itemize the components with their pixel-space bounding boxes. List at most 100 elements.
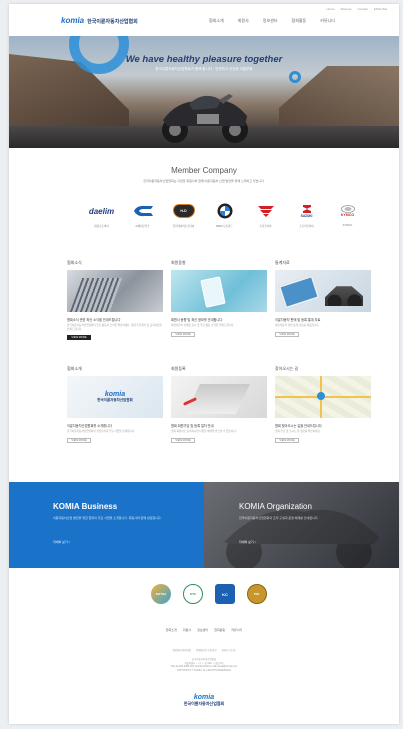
brand-list: daelim 대림오토바이 씨케이모터스 H-D 할리데이비슨코리아 BMW 모…	[81, 202, 368, 228]
nav-item-activity[interactable]: 협회활동	[292, 18, 307, 24]
card-image-map[interactable]	[275, 376, 371, 419]
view-more-button[interactable]: VIEW MORE	[67, 437, 91, 443]
suzuki-logo: SUZUKI	[301, 202, 312, 220]
site-logo[interactable]: komia 한국이륜자동차산업협회	[61, 16, 138, 25]
brand-item[interactable]: H-D 할리데이비슨코리아	[163, 202, 204, 228]
footer-info: 한국이륜자동차산업협회 서울특별시 ○○구 ○○로 000 ○○빌딩 0층 TE…	[9, 658, 399, 672]
view-more-button[interactable]: VIEW MORE	[275, 437, 299, 443]
banner-motorcycle-image	[224, 509, 379, 568]
banner-link[interactable]: 자세히 보기 >	[239, 540, 256, 544]
brand-item[interactable]: 혼다코리아	[245, 202, 286, 228]
brand-name: 대림오토바이	[94, 225, 109, 228]
banner-business[interactable]: KOMIA Business 이륜자동차산업 발전을 위한 협회의 주요 사업을…	[9, 482, 204, 568]
logo-ko: 한국이륜자동차산업협회	[87, 19, 138, 25]
brand-item[interactable]: KYMCO KYMCO	[327, 202, 368, 228]
banner-title: KOMIA Organization	[239, 502, 312, 511]
card-headline: 이륜자동차 판매 및 등록 통계 자료	[275, 318, 321, 322]
main-nav: 협회소개 회원사 정보센터 협회활동 커뮤니티	[209, 18, 335, 24]
bottom-banners: KOMIA Business 이륜자동차산업 발전을 위한 협회의 주요 사업을…	[9, 482, 399, 568]
card-image-tablet[interactable]	[171, 270, 267, 312]
card-image-tablet-bike[interactable]	[275, 270, 371, 312]
ck-logo	[131, 202, 155, 220]
footer-menu-item[interactable]: 정보센터	[197, 628, 208, 632]
nav-item-info[interactable]: 정보센터	[263, 18, 278, 24]
hero-subtitle: 한국이륜자동차산업협회가 함께 합니다 · 안전하고 건강한 이륜문화	[155, 67, 253, 71]
partner-logos: KOTSA KTC KC POL	[151, 584, 267, 604]
card-text: 이륜자동차 관련 통계 자료를 제공합니다.	[275, 324, 320, 327]
map-pin-icon	[317, 392, 325, 401]
kymco-logo-text: KYMCO	[340, 213, 355, 217]
card-image-laptop[interactable]	[171, 376, 267, 419]
partner-logo-kotsa[interactable]: KOTSA	[151, 584, 171, 604]
nav-item-community[interactable]: 커뮤니티	[320, 18, 335, 24]
harley-davidson-badge-text: H-D	[180, 209, 187, 213]
daelim-logo: daelim	[89, 202, 114, 220]
footer-menu-item[interactable]: 협회활동	[214, 628, 225, 632]
brand-name: KYMCO	[342, 224, 353, 227]
hero-title: We have healthy pleasure together	[125, 54, 283, 65]
footer-link[interactable]: 개인정보처리방침	[173, 648, 191, 652]
card-image-building[interactable]	[67, 270, 163, 312]
motorcycle-image	[162, 94, 248, 143]
kymco-logo: KYMCO	[340, 202, 355, 220]
content-grid: 협회소식 협회소식 관련 최신 소식을 안내드립니다 한국이륜자동차산업협회의 …	[67, 260, 371, 443]
card-title: 협회소식	[67, 260, 82, 265]
partner-label: KC	[222, 591, 228, 597]
footer-logo[interactable]: komia 한국이륜자동차산업협회	[9, 694, 399, 707]
card-headline: 이륜자동차산업협회를 소개합니다	[67, 424, 112, 429]
card-text: 한국이륜자동차산업협회의 주요 활동과 소식을 확인하세요. 협회 주요행사 및…	[67, 324, 162, 331]
footer-link[interactable]: 찾아오시는길	[222, 648, 236, 652]
card-registration: 회원등록 협회 회원가입 및 등록 절차 안내 협회 회원사로 등록하시면 다양…	[171, 366, 267, 443]
bmw-logo	[217, 202, 233, 220]
member-section-title: Member Company	[171, 166, 237, 175]
view-more-button[interactable]: VIEW MORE	[67, 335, 91, 341]
nav-item-about[interactable]: 협회소개	[209, 18, 224, 24]
card-statistics: 통계자료 이륜자동차 판매 및 등록 통계 자료 이륜자동차 관련 통계 자료를…	[275, 260, 371, 340]
card-headline: 협회소식 관련 최신 소식을 안내드립니다	[67, 318, 121, 322]
view-more-button[interactable]: VIEW MORE	[171, 331, 195, 337]
footer-menu-item[interactable]: 커뮤니티	[231, 628, 242, 632]
ck-logo-icon	[133, 205, 153, 217]
banner-text: 한국이륜자동차산업협회의 조직 구성과 운영 체계를 안내합니다.	[239, 516, 319, 520]
honda-logo	[257, 202, 275, 220]
card-news: 협회소식 협회소식 관련 최신 소식을 안내드립니다 한국이륜자동차산업협회의 …	[67, 260, 163, 341]
nav-item-members[interactable]: 회원사	[238, 18, 249, 24]
card-title: 회원등록	[171, 366, 186, 372]
view-more-button[interactable]: VIEW MORE	[171, 437, 195, 443]
partner-label: KOTSA	[155, 592, 167, 596]
partner-logo-ktc[interactable]: KTC	[183, 584, 203, 604]
harley-davidson-badge: H-D	[172, 204, 195, 218]
header: komia 한국이륜자동차산업협회 협회소개 회원사 정보센터 협회활동 커뮤니…	[9, 4, 399, 36]
brand-item[interactable]: BMW 모토라드	[204, 202, 245, 228]
card-headline: 협회 찾아오시는 길을 안내드립니다	[275, 424, 322, 429]
card-headline: 회원사 동향 및 최신 정보를 안내합니다	[171, 318, 223, 322]
footer-link[interactable]: 이메일무단수집거부	[196, 648, 217, 652]
card-title: 회원동향	[171, 260, 186, 265]
partner-logo-police[interactable]: POL	[247, 584, 267, 604]
footer-menu-item[interactable]: 협회소개	[166, 628, 177, 632]
partner-logo-kc[interactable]: KC	[215, 584, 235, 604]
footer-menu-item[interactable]: 회원사	[183, 628, 191, 632]
partner-label: POL	[253, 592, 261, 596]
banner-text: 이륜자동차산업 발전을 위한 협회의 주요 사업을 소개합니다. 회원사와 함께…	[53, 516, 162, 520]
page: Home Sitemap Contact ENGLISH komia 한국이륜자…	[9, 4, 399, 724]
banner-link[interactable]: 자세히 보기 >	[53, 540, 70, 544]
banner-title: KOMIA Business	[53, 502, 118, 511]
view-more-button[interactable]: VIEW MORE	[275, 331, 299, 337]
brand-name: 스즈키코리아	[299, 225, 314, 228]
footer-menu: 협회소개 회원사 정보센터 협회활동 커뮤니티	[9, 628, 399, 632]
card-title: 통계자료	[275, 260, 290, 265]
kymco-emblem-icon	[340, 205, 355, 213]
card-text: 협회 주소 및 오시는 길 정보를 확인하세요.	[275, 430, 321, 434]
brand-item[interactable]: 씨케이모터스	[122, 202, 163, 228]
card-location: 찾아오시는 길 협회 찾아오시는 길을 안내드립니다 협회 주소 및 오시는 길…	[275, 366, 371, 443]
brand-name: 혼다코리아	[259, 225, 272, 228]
brand-item[interactable]: daelim 대림오토바이	[81, 202, 122, 229]
card-image-logo[interactable]: komia 한국이륜자동차산업협회	[67, 376, 163, 419]
footer-logo-en: komia	[193, 694, 215, 701]
hero-banner: We have healthy pleasure together 한국이륜자동…	[9, 36, 399, 148]
card-headline: 협회 회원가입 및 등록 절차 안내	[171, 424, 214, 429]
banner-organization[interactable]: KOMIA Organization 한국이륜자동차산업협회의 조직 구성과 운…	[204, 482, 399, 568]
brand-name: 씨케이모터스	[135, 225, 150, 228]
brand-item[interactable]: SUZUKI 스즈키코리아	[286, 202, 327, 228]
